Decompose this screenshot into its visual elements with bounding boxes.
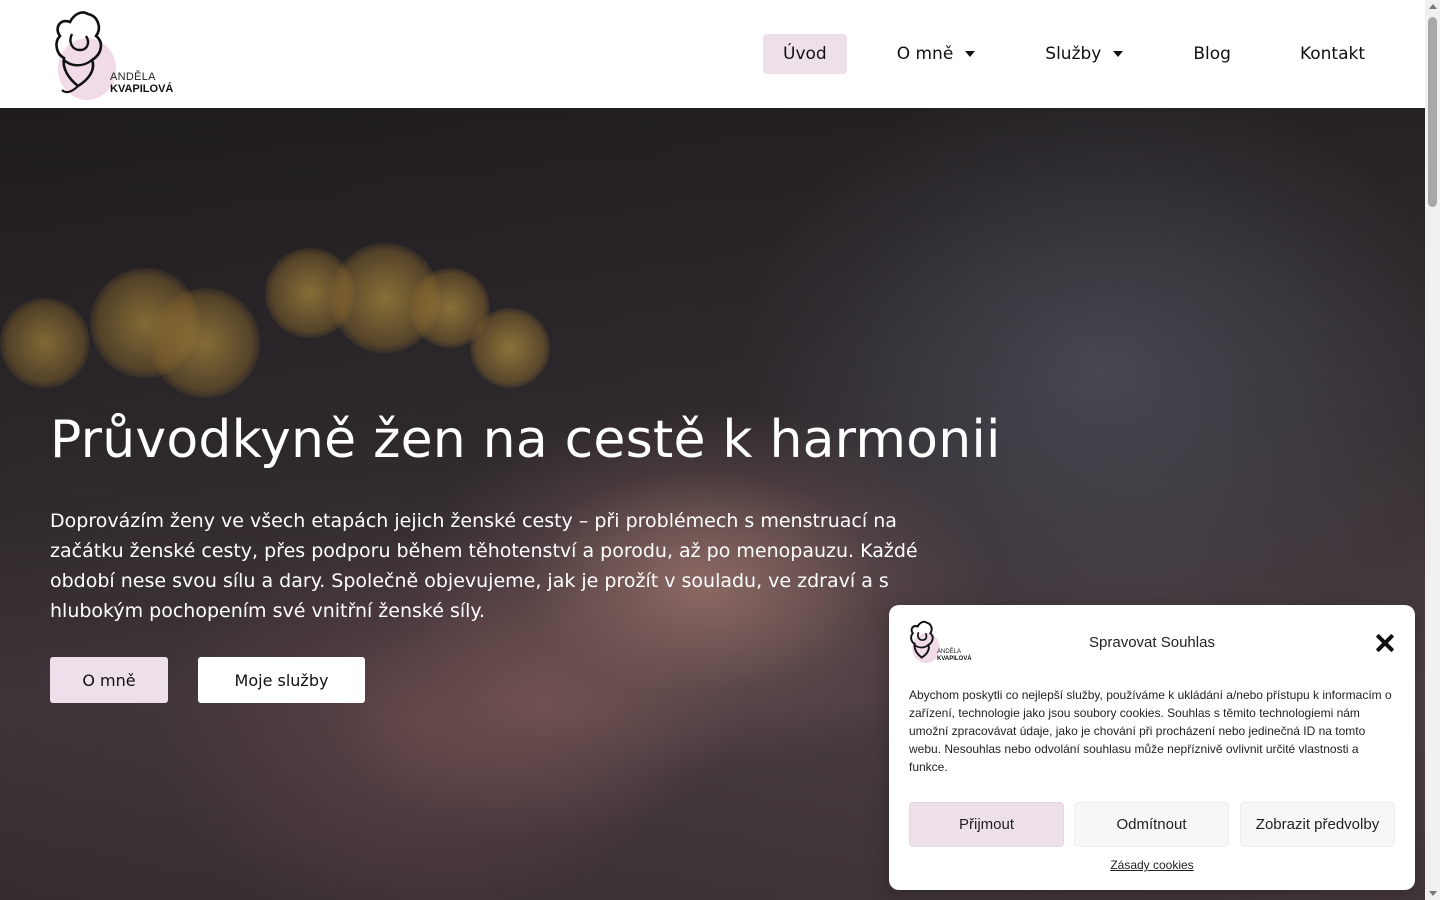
deny-cookies-button[interactable]: Odmítnout [1074,802,1229,847]
chevron-down-icon [1113,51,1124,57]
my-services-button[interactable]: Moje služby [198,657,365,703]
nav-item-contact[interactable]: Kontakt [1300,34,1365,74]
nav-item-services[interactable]: Služby [1045,34,1124,74]
hero-title: Průvodkyně žen na cestě k harmonii [50,410,1001,470]
close-icon[interactable] [1375,633,1395,653]
nav-item-about-label: O mně [896,44,954,64]
cookie-consent-dialog: ANDĚLA KVAPILOVÁ Spravovat Souhlas Abych… [889,605,1415,890]
scroll-up-arrow-icon[interactable] [1429,4,1437,9]
about-me-button[interactable]: O mně [50,657,168,703]
view-preferences-button[interactable]: Zobrazit předvolby [1240,802,1395,847]
cookie-dialog-text: Abychom poskytli co nejlepší služby, pou… [909,688,1392,774]
logo-name-last: KVAPILOVÁ [110,83,174,95]
scrollbar-thumb[interactable] [1428,17,1437,207]
scroll-down-arrow-icon[interactable] [1429,891,1437,896]
page-scrollbar[interactable] [1425,0,1440,900]
mother-child-logo-icon [55,11,103,94]
site-logo[interactable]: ANDĚLA KVAPILOVÁ [48,8,178,100]
nav-item-blog[interactable]: Blog [1193,34,1231,74]
nav-item-services-label: Služby [1045,44,1102,64]
cookie-logo-name-last: KVAPILOVÁ [937,656,972,662]
cookie-dialog-title: Spravovat Souhlas [1089,634,1215,651]
chevron-down-icon [965,51,976,57]
nav-item-about[interactable]: O mně [897,34,976,74]
nav-item-home[interactable]: Úvod [763,34,847,74]
logo-name-first: ANDĚLA [110,71,156,83]
main-nav: Úvod O mně Služby Blog Kontakt [763,34,1365,74]
cookie-policy-link[interactable]: Zásady cookies [889,858,1415,872]
accept-cookies-button[interactable]: Přijmout [909,802,1064,847]
hero-description: Doprovázím ženy ve všech etapách jejich … [50,510,918,622]
site-header: ANDĚLA KVAPILOVÁ Úvod O mně Služby Blog … [0,0,1425,108]
